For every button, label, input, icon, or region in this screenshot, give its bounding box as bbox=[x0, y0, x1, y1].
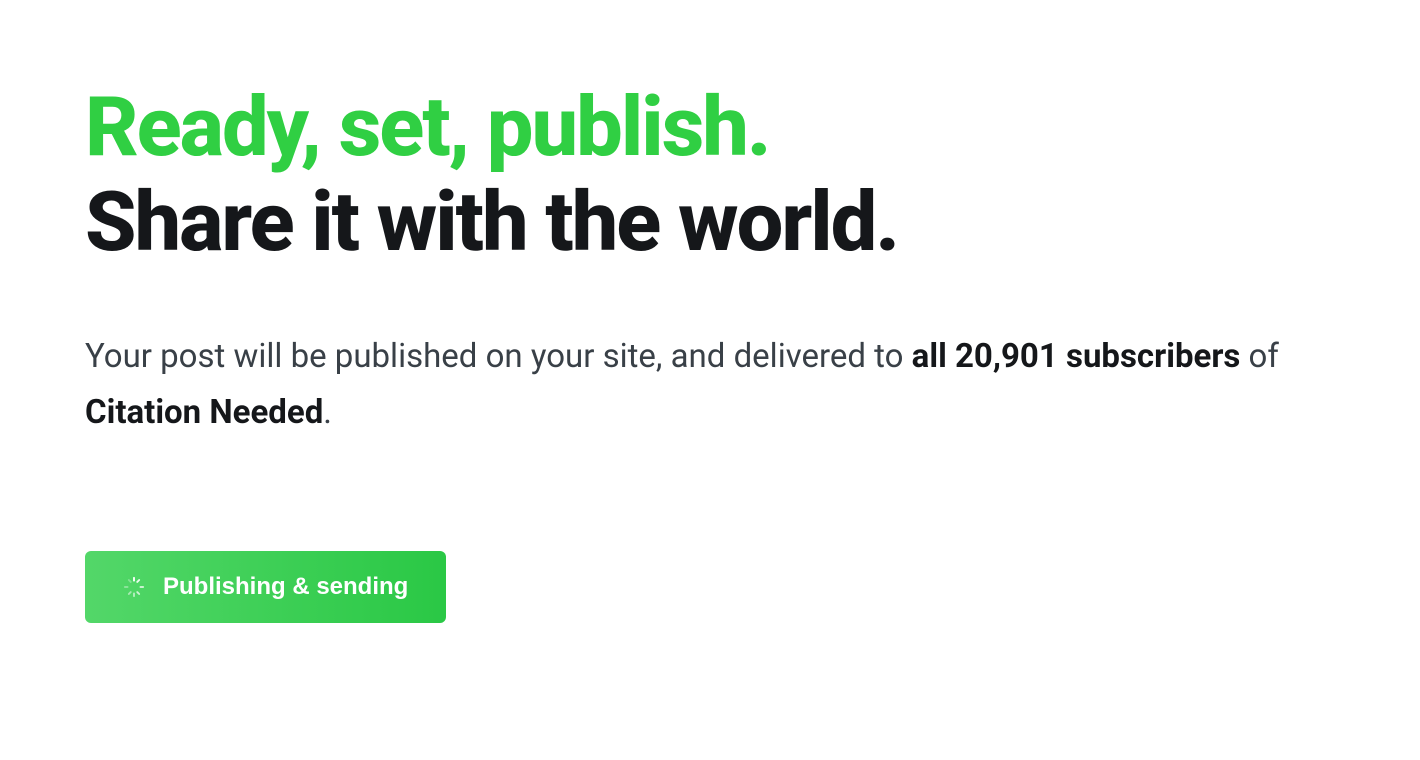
publish-send-button[interactable]: Publishing & sending bbox=[85, 551, 446, 623]
subscriber-count: all 20,901 subscribers bbox=[912, 337, 1241, 376]
subtext-middle: of bbox=[1240, 337, 1278, 376]
spinner-icon bbox=[123, 576, 145, 598]
publish-button-label: Publishing & sending bbox=[163, 573, 408, 601]
subtext-prefix: Your post will be published on your site… bbox=[85, 337, 912, 376]
page-heading: Ready, set, publish. Share it with the w… bbox=[85, 80, 1335, 271]
publish-description: Your post will be published on your site… bbox=[85, 329, 1285, 441]
subtext-suffix: . bbox=[323, 393, 332, 432]
heading-line-1: Ready, set, publish. bbox=[85, 80, 1335, 175]
publication-name: Citation Needed bbox=[85, 393, 323, 432]
heading-line-2: Share it with the world. bbox=[85, 175, 1335, 270]
